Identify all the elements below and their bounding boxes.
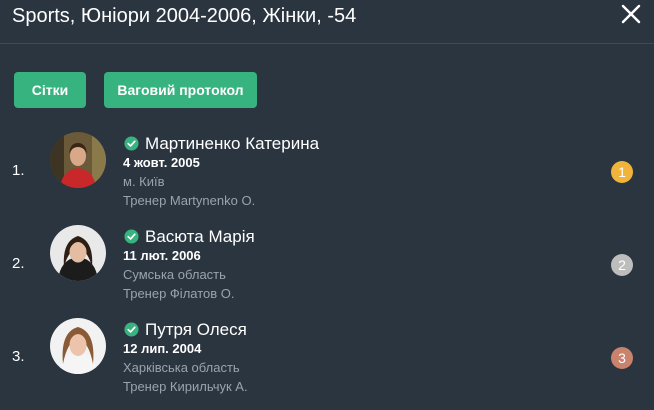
- avatar: [50, 132, 106, 188]
- dialog-header: Sports, Юніори 2004-2006, Жінки, -54: [0, 0, 654, 44]
- gold-medal-badge: 1: [611, 161, 633, 183]
- result-row: 3. Путря Олеся 12 лип. 2004 Харківська о…: [0, 318, 654, 410]
- birth-date: 12 лип. 2004: [123, 341, 202, 356]
- birth-date: 11 лют. 2006: [123, 248, 201, 263]
- region: Сумська область: [123, 267, 226, 282]
- check-circle-icon: [124, 136, 139, 151]
- coach: Тренер Філатов О.: [123, 286, 235, 301]
- result-row: 2. Васюта Марія 11 лют. 2006 Сумська обл…: [0, 225, 654, 317]
- place-number: 2.: [12, 255, 25, 272]
- page-title: Sports, Юніори 2004-2006, Жінки, -54: [12, 5, 357, 27]
- athlete-name[interactable]: Васюта Марія: [145, 227, 255, 247]
- avatar: [50, 225, 106, 281]
- athlete-name[interactable]: Путря Олеся: [145, 320, 247, 340]
- region: м. Київ: [123, 174, 165, 189]
- check-circle-icon: [124, 322, 139, 337]
- check-circle-icon: [124, 229, 139, 244]
- close-icon[interactable]: [619, 2, 643, 26]
- bronze-medal-badge: 3: [611, 347, 633, 369]
- birth-date: 4 жовт. 2005: [123, 155, 200, 170]
- grids-button[interactable]: Сітки: [14, 72, 86, 108]
- avatar: [50, 318, 106, 374]
- result-row: 1. Мартиненко Катерина 4 жовт. 2005 м. К…: [0, 132, 654, 224]
- region: Харківська область: [123, 360, 240, 375]
- coach: Тренер Martynenko O.: [123, 193, 256, 208]
- coach: Тренер Кирильчук А.: [123, 379, 248, 394]
- place-number: 1.: [12, 162, 25, 179]
- athlete-name[interactable]: Мартиненко Катерина: [145, 134, 319, 154]
- silver-medal-badge: 2: [611, 254, 633, 276]
- place-number: 3.: [12, 348, 25, 365]
- weigh-in-protocol-button[interactable]: Ваговий протокол: [104, 72, 257, 108]
